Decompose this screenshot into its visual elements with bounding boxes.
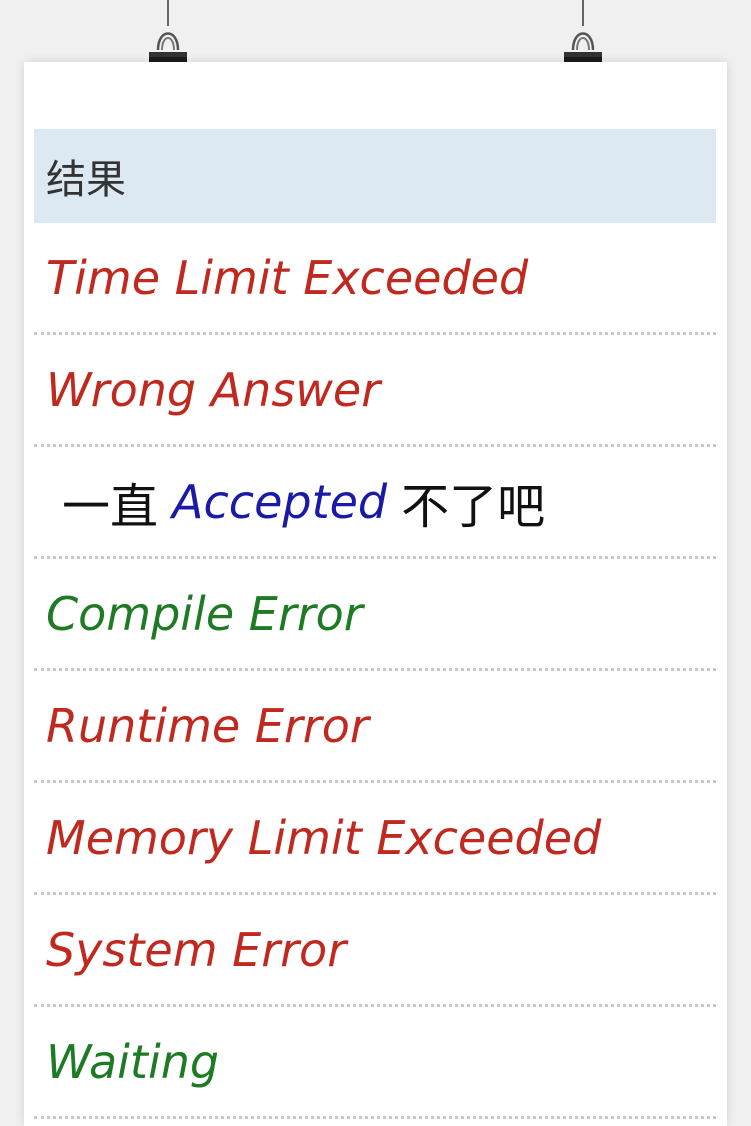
poster: 结果 Time Limit Exceeded Wrong Answer 一直 A… — [24, 62, 727, 1126]
accepted-suffix: 不了吧 — [401, 478, 546, 535]
result-system-error: System Error — [34, 895, 716, 1007]
result-runtime-error: Runtime Error — [34, 671, 716, 783]
result-table: 结果 Time Limit Exceeded Wrong Answer 一直 A… — [34, 129, 716, 1119]
result-accepted: 一直 Accepted 不了吧 — [34, 447, 716, 559]
result-waiting: Waiting — [34, 1007, 716, 1119]
accepted-prefix: 一直 — [62, 478, 159, 535]
table-header: 结果 — [34, 129, 716, 223]
result-wrong-answer: Wrong Answer — [34, 335, 716, 447]
accepted-word: Accepted — [172, 474, 388, 529]
result-memory-limit-exceeded: Memory Limit Exceeded — [34, 783, 716, 895]
result-time-limit-exceeded: Time Limit Exceeded — [34, 223, 716, 335]
result-compile-error: Compile Error — [34, 559, 716, 671]
